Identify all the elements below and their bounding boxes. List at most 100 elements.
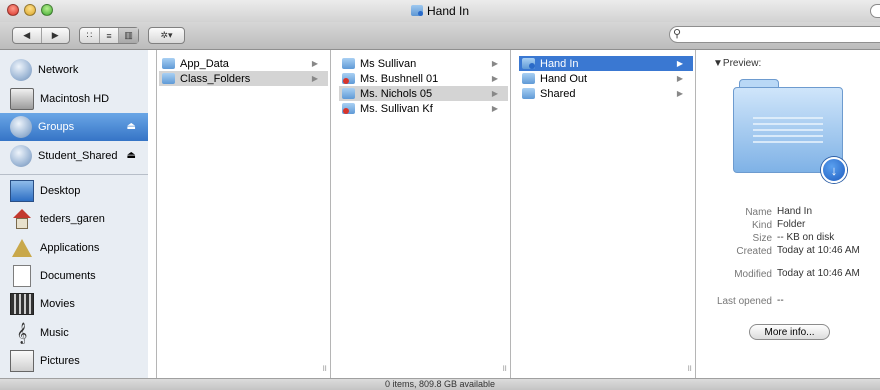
meta-key: Last opened [716,296,772,307]
list-item[interactable]: Ms. Bushnell 01 ▶ [339,71,508,86]
action-menu-button[interactable]: ✲▾ [148,27,185,44]
sidebar-item-groups[interactable]: Groups ⏏ [0,113,148,141]
meta-key: Created [736,246,772,257]
restricted-folder-icon [342,103,355,114]
meta-key: Name [745,207,772,218]
disclosure-arrow-icon: ▶ [491,89,498,98]
meta-key: Size [752,233,772,244]
sidebar-item-label: Documents [40,270,96,282]
list-item-label: Hand In [540,57,579,70]
meta-value: Folder [777,219,806,230]
list-item-label: Class_Folders [180,72,251,85]
list-item[interactable]: Class_Folders ▶ [159,71,328,86]
globe-icon [10,59,32,81]
disclosure-arrow-icon: ▶ [311,74,318,83]
forward-button[interactable]: ▶ [42,28,70,43]
toolbar-toggle-button[interactable] [870,4,880,18]
list-item-label: Hand Out [540,72,588,85]
sidebar-item-label: Macintosh HD [40,93,110,105]
meta-value: Hand In [777,206,813,217]
desktop-icon [10,180,34,202]
list-item-label: App_Data [180,57,229,70]
folder-icon [342,88,355,99]
column-view-button[interactable]: ▥ [119,28,139,43]
icon-view-button[interactable]: ∷ [80,28,100,43]
globe-icon [10,116,32,138]
sidebar-item-label: Pictures [40,355,80,367]
sidebar-item-label: teders_garen [40,213,105,225]
column-resize-handle[interactable]: ॥ [322,361,327,374]
sidebar-item-label: Applications [40,242,100,254]
sidebar-item-pictures[interactable]: Pictures [0,347,148,375]
list-item[interactable]: Ms Sullivan ▶ [339,56,508,71]
sidebar-item-applications[interactable]: Applications [0,234,148,262]
column-2: Ms Sullivan ▶ Ms. Bushnell 01 ▶ Ms. Nich… [337,50,511,378]
view-switcher: ∷ ≡ ▥ [79,27,139,44]
sidebar-divider [0,174,148,175]
sidebar-item-documents[interactable]: Documents [0,262,148,290]
home-icon [10,208,34,230]
meta-value: -- [777,295,784,306]
folder-icon [342,58,355,69]
column-resize-handle[interactable]: ॥ [687,361,692,374]
pictures-icon [10,350,34,372]
column-3: Hand In ▶ Hand Out ▶ Shared ▶ ॥ [517,50,696,378]
sidebar-item-network[interactable]: Network [0,56,148,84]
sidebar-item-label: Groups [38,121,75,133]
disclosure-arrow-icon: ▶ [676,74,683,83]
folder-icon [162,73,175,84]
back-forward-control: ◀ ▶ [12,27,70,44]
sidebar-item-home[interactable]: teders_garen [0,205,148,233]
hard-drive-icon [10,88,34,110]
download-badge-icon: ↓ [821,157,847,183]
list-item[interactable]: Ms. Nichols 05 ▶ [339,86,508,101]
list-item[interactable]: Hand In ▶ [519,56,693,71]
movies-icon [10,293,34,315]
back-button[interactable]: ◀ [13,28,42,43]
disclosure-arrow-icon: ▶ [311,59,318,68]
list-item-label: Shared [540,87,576,100]
title-bar[interactable]: Hand In [0,0,880,23]
list-item[interactable]: App_Data ▶ [159,56,328,71]
list-view-button[interactable]: ≡ [100,28,120,43]
applications-icon [10,237,34,259]
disclosure-arrow-icon: ▶ [491,74,498,83]
list-item[interactable]: Shared ▶ [519,86,693,101]
list-item[interactable]: Ms. Sullivan Kf ▶ [339,101,508,116]
list-item-label: Ms. Sullivan Kf [360,102,433,115]
list-item-label: Ms. Bushnell 01 [360,72,439,85]
disclosure-arrow-icon: ▶ [491,104,498,113]
disclosure-arrow-icon: ▶ [491,59,498,68]
sidebar-item-label: Network [38,64,79,76]
folder-icon [522,88,535,99]
list-item[interactable]: Hand Out ▶ [519,71,693,86]
meta-key: Modified [734,269,772,280]
sidebar-splitter[interactable] [148,50,157,378]
sidebar-item-label: Desktop [40,185,81,197]
meta-value: Today at 10:46 AM [777,245,860,256]
more-info-button[interactable]: More info... [749,324,830,340]
sidebar-item-desktop[interactable]: Desktop [0,177,148,205]
list-item-label: Ms Sullivan [360,57,417,70]
folder-lines [753,117,823,147]
folder-icon [522,73,535,84]
sidebar-item-student-shared[interactable]: Student_Shared ⏏ [0,142,148,170]
gear-icon: ✲▾ [160,30,173,40]
sidebar-item-movies[interactable]: Movies [0,290,148,318]
meta-value: -- KB on disk [777,232,835,243]
meta-value: Today at 10:46 AM [777,268,860,279]
sidebar-item-label: Student_Shared [38,150,118,162]
search-input[interactable]: ⚲ [669,26,880,43]
search-icon: ⚲ [673,28,682,40]
eject-icon[interactable]: ⏏ [127,150,136,161]
eject-icon[interactable]: ⏏ [127,121,136,132]
list-item-label: Ms. Nichols 05 [360,87,433,100]
globe-icon [10,145,32,167]
column-resize-handle[interactable]: ॥ [502,361,507,374]
sidebar-item-label: Music [40,327,69,339]
sidebar-item-macintosh-hd[interactable]: Macintosh HD [0,85,148,113]
sidebar-item-music[interactable]: 𝄞 Music [0,319,148,347]
documents-icon [13,265,31,287]
column-1: App_Data ▶ Class_Folders ▶ ॥ [157,50,331,378]
preview-heading[interactable]: ▼Preview: [713,58,761,69]
